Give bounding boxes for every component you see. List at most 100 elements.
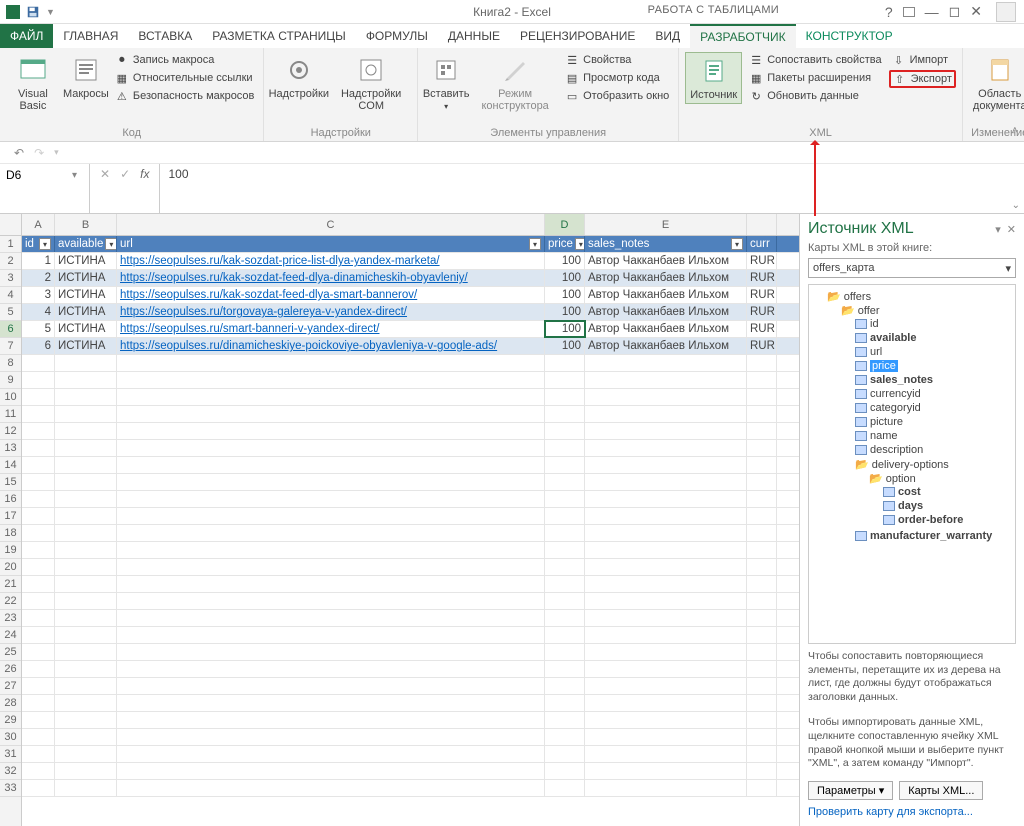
qat-customize-icon[interactable]: ▾ — [54, 147, 59, 158]
xml-source-button[interactable]: Источник — [685, 52, 742, 104]
cell[interactable]: https://seopulses.ru/torgovaya-galereya-… — [117, 304, 545, 320]
cell[interactable] — [55, 457, 117, 473]
cell[interactable] — [117, 491, 545, 507]
cell[interactable] — [55, 729, 117, 745]
select-all-cell[interactable] — [0, 214, 21, 236]
relative-refs-button[interactable]: ▦Относительные ссылки — [112, 70, 258, 86]
cell[interactable] — [545, 627, 585, 643]
row-header[interactable]: 14 — [0, 457, 21, 474]
row-header[interactable]: 19 — [0, 542, 21, 559]
cell[interactable] — [55, 423, 117, 439]
cell[interactable] — [585, 729, 747, 745]
cell[interactable] — [747, 610, 777, 626]
row-header[interactable]: 8 — [0, 355, 21, 372]
xml-tree[interactable]: offers offer idavailableurlpricesales_no… — [808, 284, 1016, 644]
document-panel-button[interactable]: Область документа — [969, 52, 1024, 114]
cell[interactable] — [55, 593, 117, 609]
cell[interactable] — [545, 576, 585, 592]
view-code-button[interactable]: ▤Просмотр кода — [562, 70, 672, 86]
cell[interactable] — [545, 491, 585, 507]
tree-node-offer[interactable]: offer idavailableurlpricesales_notescurr… — [841, 303, 1011, 544]
filter-icon[interactable]: ▾ — [39, 238, 51, 250]
tree-leaf[interactable]: cost — [883, 485, 1011, 499]
cell[interactable] — [117, 780, 545, 796]
table-header[interactable]: price▾ — [545, 236, 585, 252]
cell[interactable] — [117, 457, 545, 473]
cell[interactable] — [585, 627, 747, 643]
insert-control-button[interactable]: Вставить▾ — [424, 52, 468, 114]
cell[interactable] — [747, 406, 777, 422]
cell[interactable] — [747, 678, 777, 694]
tab-review[interactable]: РЕЦЕНЗИРОВАНИЕ — [510, 24, 645, 48]
cell[interactable]: ИСТИНА — [55, 338, 117, 354]
tree-leaf[interactable]: manufacturer_warranty — [855, 529, 1011, 543]
tab-home[interactable]: ГЛАВНАЯ — [53, 24, 128, 48]
cell[interactable] — [747, 627, 777, 643]
cell[interactable] — [22, 678, 55, 694]
cell[interactable] — [55, 712, 117, 728]
cell[interactable] — [585, 440, 747, 456]
col-header-e[interactable]: E — [585, 214, 747, 235]
cell[interactable] — [585, 644, 747, 660]
cell[interactable]: Автор Чакканбаев Ильхом — [585, 270, 747, 286]
cell[interactable] — [117, 763, 545, 779]
cell[interactable] — [545, 525, 585, 541]
tree-node-option[interactable]: optioncostdaysorder-before — [869, 471, 1011, 528]
cell[interactable] — [585, 508, 747, 524]
filter-icon[interactable]: ▾ — [105, 238, 117, 250]
cell[interactable]: https://seopulses.ru/smart-banneri-v-yan… — [117, 321, 545, 337]
cell[interactable]: 3 — [22, 287, 55, 303]
cell[interactable] — [22, 508, 55, 524]
row-header[interactable]: 7 — [0, 338, 21, 355]
row-header[interactable]: 20 — [0, 559, 21, 576]
cell[interactable] — [545, 678, 585, 694]
cell[interactable] — [55, 576, 117, 592]
cell[interactable] — [117, 678, 545, 694]
xml-options-button[interactable]: Параметры ▾ — [808, 781, 893, 800]
cell[interactable] — [22, 457, 55, 473]
cell[interactable] — [55, 440, 117, 456]
tree-leaf[interactable]: picture — [855, 415, 1011, 429]
cell[interactable] — [22, 559, 55, 575]
visual-basic-button[interactable]: Visual Basic — [6, 52, 60, 114]
row-header[interactable]: 21 — [0, 576, 21, 593]
xml-import-button[interactable]: ⇩Импорт — [889, 52, 956, 68]
tab-page-layout[interactable]: РАЗМЕТКА СТРАНИЦЫ — [202, 24, 356, 48]
tree-leaf[interactable]: sales_notes — [855, 373, 1011, 387]
cell[interactable] — [747, 763, 777, 779]
cell[interactable] — [22, 610, 55, 626]
col-header-b[interactable]: B — [55, 214, 117, 235]
col-header-f[interactable] — [747, 214, 777, 235]
cell[interactable] — [747, 559, 777, 575]
cell[interactable] — [22, 763, 55, 779]
cell[interactable] — [545, 746, 585, 762]
cell[interactable] — [55, 746, 117, 762]
tree-leaf[interactable]: currencyid — [855, 387, 1011, 401]
table-header[interactable]: sales_notes▾ — [585, 236, 747, 252]
cell[interactable] — [545, 474, 585, 490]
ribbon-display-icon[interactable] — [903, 7, 915, 17]
cell[interactable] — [55, 610, 117, 626]
cell[interactable]: 100 — [545, 287, 585, 303]
row-header[interactable]: 27 — [0, 678, 21, 695]
addins-button[interactable]: Надстройки — [270, 52, 327, 102]
tree-leaf[interactable]: order-before — [883, 513, 1011, 527]
cell[interactable] — [55, 695, 117, 711]
cell[interactable] — [22, 729, 55, 745]
cell[interactable] — [545, 440, 585, 456]
cell[interactable] — [22, 780, 55, 796]
row-header[interactable]: 23 — [0, 610, 21, 627]
cell[interactable] — [585, 593, 747, 609]
cell[interactable] — [585, 763, 747, 779]
cell[interactable] — [585, 406, 747, 422]
table-header[interactable]: available▾ — [55, 236, 117, 252]
cell[interactable] — [545, 355, 585, 371]
worksheet-grid[interactable]: 1234567891011121314151617181920212223242… — [0, 214, 799, 826]
cell[interactable]: RUR — [747, 321, 777, 337]
cell[interactable] — [545, 763, 585, 779]
row-header[interactable]: 16 — [0, 491, 21, 508]
cell[interactable] — [22, 491, 55, 507]
cell[interactable]: ИСТИНА — [55, 304, 117, 320]
cell[interactable] — [55, 355, 117, 371]
cell[interactable]: https://seopulses.ru/kak-sozdat-feed-dly… — [117, 270, 545, 286]
